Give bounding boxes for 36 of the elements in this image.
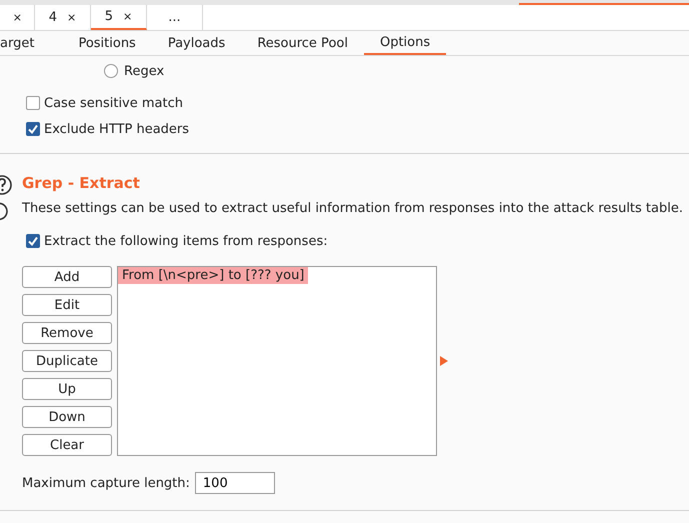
checkbox-label: Extract the following items from responses: bbox=[44, 234, 328, 248]
action-button[interactable]: Edit bbox=[22, 294, 112, 316]
request-tab[interactable]: ... bbox=[147, 5, 203, 30]
list-item[interactable]: From [\n<pre>] to [??? you] bbox=[118, 267, 308, 284]
tab[interactable]: Payloads bbox=[152, 31, 242, 55]
input-field[interactable]: 100 bbox=[194, 472, 275, 494]
close-icon[interactable]: × bbox=[12, 11, 22, 24]
action-button[interactable]: Remove bbox=[22, 322, 112, 344]
request-tab[interactable]: × bbox=[0, 5, 35, 30]
tab-label: 5 bbox=[104, 9, 114, 24]
expand-arrow-icon[interactable] bbox=[440, 356, 448, 366]
action-button[interactable]: Duplicate bbox=[22, 350, 112, 372]
tab[interactable]: Resource Pool bbox=[241, 31, 364, 55]
checkbox[interactable] bbox=[26, 96, 40, 110]
close-icon[interactable]: × bbox=[123, 10, 132, 23]
tab-label: 4 bbox=[48, 10, 58, 25]
tab-label: ... bbox=[168, 10, 181, 25]
action-button[interactable]: Up bbox=[22, 378, 112, 400]
checkbox[interactable] bbox=[26, 234, 40, 248]
checkbox-label: Exclude HTTP headers bbox=[44, 122, 190, 136]
section-description: These settings can be used to extract useful information from responses into the attack results table. bbox=[22, 201, 683, 217]
action-button[interactable]: Down bbox=[22, 406, 112, 428]
section-title: Grep - Extract bbox=[22, 174, 141, 194]
tab[interactable]: arget bbox=[0, 31, 50, 55]
close-icon[interactable]: × bbox=[67, 11, 76, 24]
field-label: Maximum capture length: bbox=[22, 476, 190, 490]
action-button[interactable]: Add bbox=[22, 266, 112, 288]
checkbox[interactable] bbox=[26, 122, 40, 136]
radio-button[interactable] bbox=[104, 64, 118, 78]
request-tab[interactable]: 4 × bbox=[35, 5, 91, 30]
tab[interactable]: Options bbox=[364, 31, 446, 55]
action-button[interactable]: Clear bbox=[22, 434, 112, 456]
checkbox-label: Case sensitive match bbox=[44, 96, 183, 110]
tab[interactable]: Positions bbox=[62, 31, 152, 55]
radio-label: Regex bbox=[124, 64, 164, 78]
request-tab[interactable]: 5 × bbox=[91, 5, 147, 30]
